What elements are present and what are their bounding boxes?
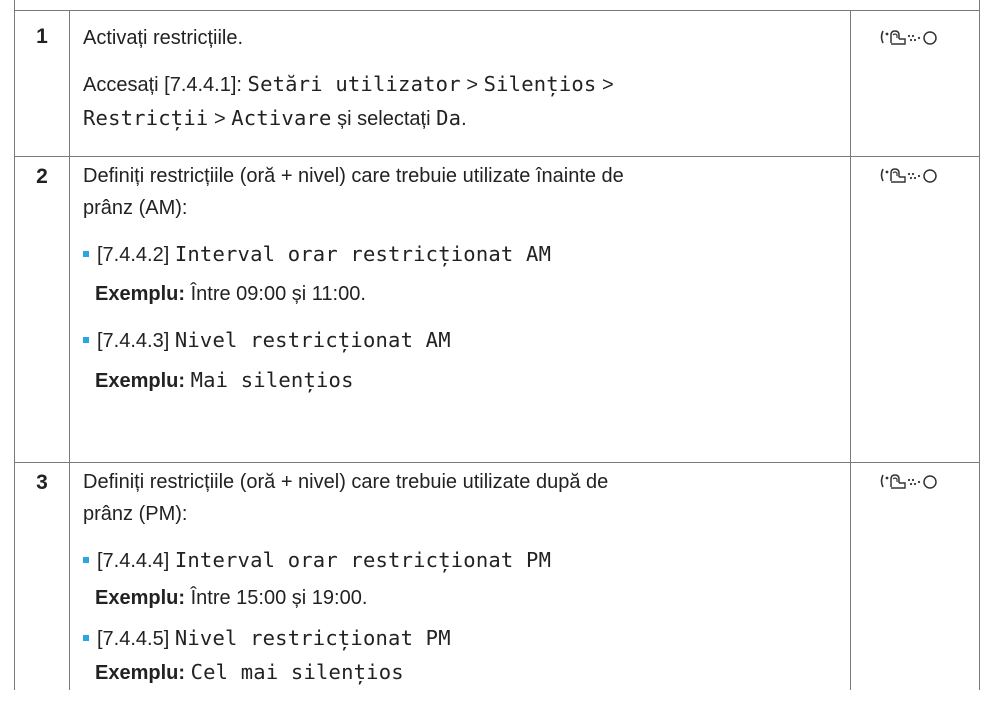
step-description: prânz (PM): [83, 503, 188, 525]
procedure-table: 1 Activați restricțiile. Accesați [7.4.4… [14, 0, 980, 690]
setting-code: [7.4.4.2] [97, 244, 170, 266]
menu-item: Silențios [483, 72, 597, 96]
user-interface-icon [855, 27, 975, 47]
path-text: și selectați [337, 108, 431, 130]
setting-name: Nivel restricționat AM [174, 328, 451, 352]
step-description: prânz (AM): [83, 197, 188, 219]
example: Exemplu: Între 09:00 și 11:00. [83, 279, 366, 309]
table-row: 2 Definiți restricțiile (oră + nivel) ca… [15, 156, 979, 463]
menu-item: Restricții [83, 106, 209, 130]
bullet-icon [83, 336, 89, 343]
example-value: Între 15:00 și 19:00. [190, 587, 368, 609]
step-description: Definiți restricțiile (oră + nivel) care… [83, 165, 624, 187]
step-description: Definiți restricțiile (oră + nivel) care… [83, 471, 609, 493]
step-number: 2 [36, 165, 48, 188]
table-row: 3 Definiți restricțiile (oră + nivel) ca… [15, 462, 979, 713]
step-number: 3 [36, 471, 48, 494]
user-interface-icon [855, 471, 975, 491]
example: Exemplu: Mai silențios [83, 365, 354, 396]
step-description: Activați restricțiile. [83, 27, 244, 49]
path-separator: > [213, 108, 226, 130]
setting-code: [7.4.4.5] [97, 628, 170, 650]
path-separator: > [466, 74, 479, 96]
bullet-icon [83, 556, 89, 563]
example-value: Cel mai silențios [190, 660, 404, 684]
punctuation: . [461, 108, 467, 130]
bullet-icon [83, 250, 89, 257]
list-item: [7.4.4.3] Nivel restricționat AM [83, 325, 451, 356]
example-value: Între 09:00 și 11:00. [190, 283, 366, 305]
table-row: 1 Activați restricțiile. Accesați [7.4.4… [15, 10, 979, 157]
example-label: Exemplu: [95, 370, 186, 392]
example-label: Exemplu: [95, 283, 186, 305]
setting-code: [7.4.4.3] [97, 330, 170, 352]
list-item: [7.4.4.2] Interval orar restricționat AM [83, 239, 551, 270]
menu-value: Da [436, 106, 462, 130]
user-interface-icon [855, 165, 975, 185]
example-value: Mai silențios [190, 368, 354, 392]
example-label: Exemplu: [95, 587, 186, 609]
example-label: Exemplu: [95, 662, 186, 684]
setting-code: [7.4.4.4] [97, 550, 170, 572]
menu-path: Accesați [7.4.4.1]: Setări utilizator > … [83, 69, 614, 100]
menu-path-continued: Restricții > Activare și selectați Da. [83, 103, 467, 134]
menu-item: Activare [231, 106, 332, 130]
path-separator: > [602, 74, 614, 96]
step-number: 1 [36, 25, 48, 48]
setting-name: Nivel restricționat PM [174, 626, 451, 650]
setting-name: Interval orar restricționat PM [174, 548, 552, 572]
path-prefix: Accesați [7.4.4.1]: [83, 74, 242, 96]
example: Exemplu: Între 15:00 și 19:00. [83, 583, 367, 613]
menu-item: Setări utilizator [247, 72, 461, 96]
list-item: [7.4.4.4] Interval orar restricționat PM [83, 545, 551, 576]
list-item: [7.4.4.5] Nivel restricționat PM [83, 623, 451, 654]
setting-name: Interval orar restricționat AM [174, 242, 552, 266]
bullet-icon [83, 634, 89, 641]
